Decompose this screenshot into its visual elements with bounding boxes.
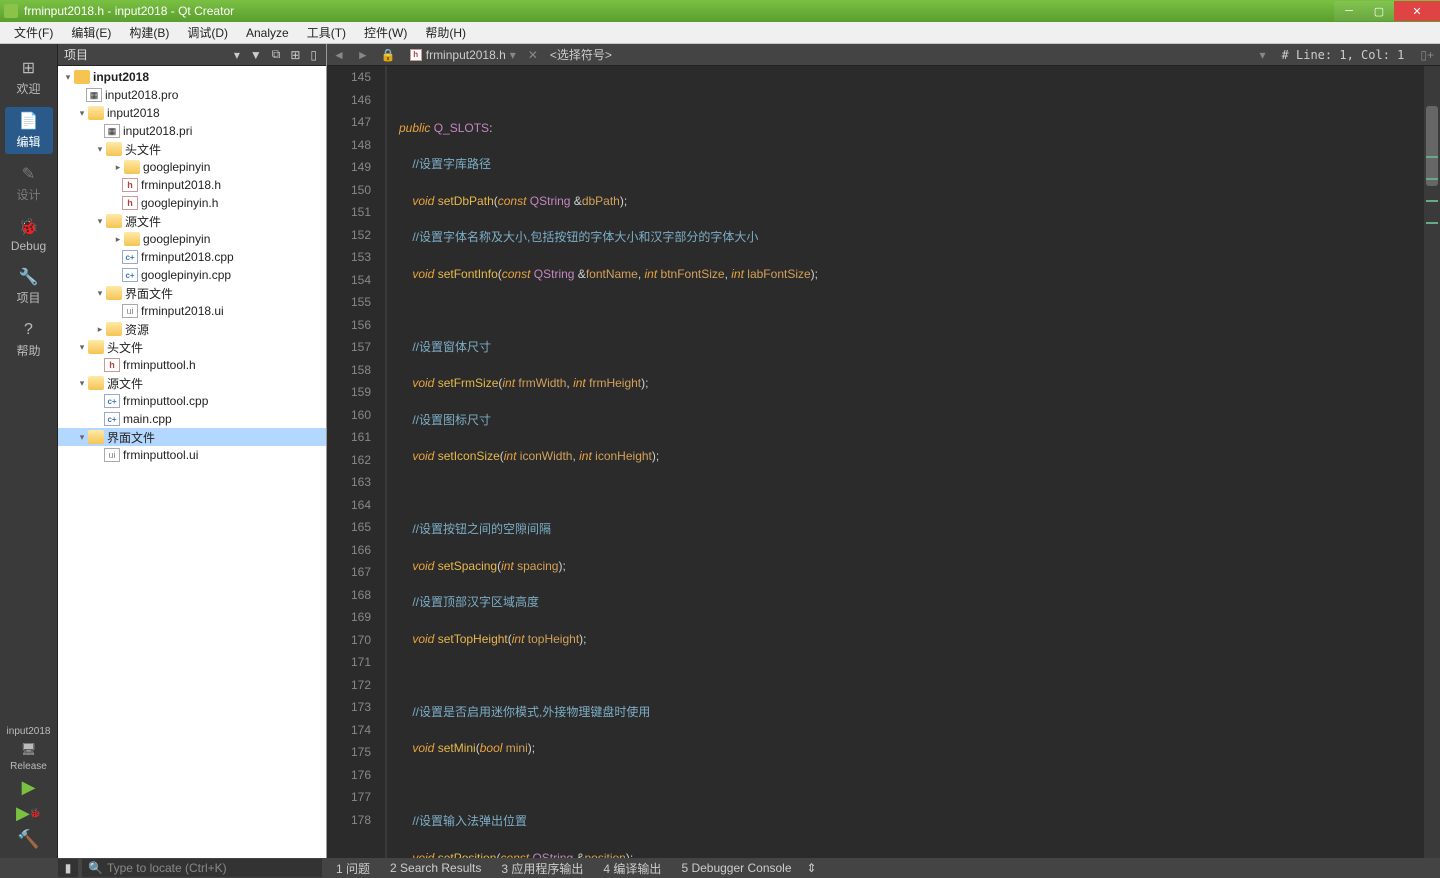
menu-bar: 文件(F) 编辑(E) 构建(B) 调试(D) Analyze 工具(T) 控件…	[0, 22, 1440, 44]
dropdown-icon[interactable]: ▾	[231, 48, 243, 62]
bug-icon: 🐞	[19, 217, 39, 237]
close-tab-icon[interactable]: ✕	[524, 48, 542, 62]
document-icon: 📄	[19, 111, 39, 131]
nav-back-icon[interactable]: ◄	[327, 48, 351, 62]
tree-item[interactable]: hfrminputtool.h	[58, 356, 326, 374]
h-file-icon: h	[410, 49, 422, 61]
menu-analyze[interactable]: Analyze	[238, 24, 297, 42]
output-pane-compile[interactable]: 4 编译输出	[593, 860, 671, 877]
file-tab-label: frminput2018.h	[426, 48, 506, 62]
menu-edit[interactable]: 编辑(E)	[63, 22, 119, 43]
output-pane-issues[interactable]: 1 问题	[326, 860, 380, 877]
tree-folder-resources[interactable]: ▸资源	[58, 320, 326, 338]
file-tab[interactable]: h frminput2018.h ▾	[402, 48, 524, 62]
project-pane-header: 项目 ▾ ▼ ⧉ ⊞ ▯	[58, 44, 326, 66]
nav-forward-icon[interactable]: ►	[351, 48, 375, 62]
tree-item[interactable]: ▦input2018.pri	[58, 122, 326, 140]
editor-area: ◄ ► 🔒 h frminput2018.h ▾ ✕ <选择符号> ▾ # Li…	[327, 44, 1440, 858]
close-button[interactable]: ✕	[1394, 1, 1440, 21]
line-col-indicator[interactable]: # Line: 1, Col: 1	[1272, 48, 1415, 62]
status-bar: ▮ 🔍 Type to locate (Ctrl+K) 1 问题 2 Searc…	[0, 858, 1440, 878]
tree-item[interactable]: hgooglepinyin.h	[58, 194, 326, 212]
link-icon[interactable]: ⧉	[269, 47, 284, 62]
mode-welcome[interactable]: ⊞欢迎	[5, 54, 53, 101]
tree-folder-forms[interactable]: ▾界面文件	[58, 284, 326, 302]
output-pane-debugger[interactable]: 5 Debugger Console	[671, 861, 801, 875]
config-label[interactable]: Release	[10, 761, 47, 772]
monitor-icon: 🖥	[17, 739, 41, 759]
toggle-sidebar-icon[interactable]: ▮	[58, 859, 78, 877]
grid-icon: ⊞	[19, 58, 39, 78]
line-gutter: 1451461471481491501511521531541551561571…	[327, 66, 387, 858]
mode-edit[interactable]: 📄编辑	[5, 107, 53, 154]
tree-item[interactable]: ▦input2018.pro	[58, 86, 326, 104]
run-button[interactable]: ▶	[14, 774, 44, 800]
project-tree[interactable]: ▾input2018 ▦input2018.pro ▾input2018 ▦in…	[58, 66, 326, 858]
question-icon: ?	[19, 320, 39, 340]
expand-icon[interactable]: ⇕	[802, 859, 822, 877]
project-pane: 项目 ▾ ▼ ⧉ ⊞ ▯ ▾input2018 ▦input2018.pro ▾…	[58, 44, 327, 858]
output-pane-appoutput[interactable]: 3 应用程序输出	[491, 860, 593, 877]
tree-folder-forms2[interactable]: ▾界面文件	[58, 428, 326, 446]
mode-help[interactable]: ?帮助	[5, 316, 53, 363]
mode-bar: ⊞欢迎 📄编辑 ✎设计 🐞Debug 🔧项目 ?帮助 input2018 🖥 R…	[0, 44, 58, 858]
project-pane-title: 项目	[64, 46, 227, 63]
tree-folder-sources2[interactable]: ▾源文件	[58, 374, 326, 392]
tree-item[interactable]: c+main.cpp	[58, 410, 326, 428]
minimize-button[interactable]: ─	[1334, 1, 1364, 21]
tree-item[interactable]: hfrminput2018.h	[58, 176, 326, 194]
mode-project[interactable]: 🔧项目	[5, 263, 53, 310]
menu-tools[interactable]: 工具(T)	[299, 22, 354, 43]
menu-debug[interactable]: 调试(D)	[179, 22, 236, 43]
tree-item[interactable]: c+googlepinyin.cpp	[58, 266, 326, 284]
menu-widgets[interactable]: 控件(W)	[356, 22, 415, 43]
editor-scrollbar[interactable]	[1424, 66, 1440, 858]
tree-item[interactable]: c+frminput2018.cpp	[58, 248, 326, 266]
menu-build[interactable]: 构建(B)	[121, 22, 177, 43]
tree-item[interactable]: uifrminput2018.ui	[58, 302, 326, 320]
code-editor[interactable]: 1451461471481491501511521531541551561571…	[327, 66, 1440, 858]
window-titlebar: frminput2018.h - input2018 - Qt Creator …	[0, 0, 1440, 22]
tree-folder[interactable]: ▸googlepinyin	[58, 158, 326, 176]
split-icon[interactable]: ▯	[307, 48, 320, 62]
wrench-icon: 🔧	[19, 267, 39, 287]
split-icon[interactable]: ▯+	[1414, 48, 1440, 62]
dropdown-icon[interactable]: ▾	[1254, 48, 1272, 62]
mode-debug[interactable]: 🐞Debug	[5, 213, 53, 257]
editor-toolbar: ◄ ► 🔒 h frminput2018.h ▾ ✕ <选择符号> ▾ # Li…	[327, 44, 1440, 66]
locator-input[interactable]: 🔍 Type to locate (Ctrl+K)	[82, 859, 322, 877]
tree-folder[interactable]: ▾input2018	[58, 104, 326, 122]
lock-icon[interactable]: 🔒	[375, 48, 402, 62]
pencil-icon: ✎	[19, 164, 39, 184]
output-pane-search[interactable]: 2 Search Results	[380, 861, 491, 875]
debug-run-button[interactable]: ▶🐞	[14, 800, 44, 826]
filter-icon[interactable]: ▼	[247, 48, 265, 62]
tree-folder-headers2[interactable]: ▾头文件	[58, 338, 326, 356]
maximize-button[interactable]: ▢	[1364, 1, 1394, 21]
tree-item[interactable]: uifrminputtool.ui	[58, 446, 326, 464]
tree-root[interactable]: ▾input2018	[58, 68, 326, 86]
app-icon	[4, 4, 18, 18]
menu-help[interactable]: 帮助(H)	[417, 22, 474, 43]
tree-folder-sources[interactable]: ▾源文件	[58, 212, 326, 230]
target-label[interactable]: input2018	[7, 726, 51, 737]
tree-folder[interactable]: ▸googlepinyin	[58, 230, 326, 248]
build-button[interactable]: 🔨	[14, 826, 44, 852]
tree-folder-headers[interactable]: ▾头文件	[58, 140, 326, 158]
menu-file[interactable]: 文件(F)	[6, 22, 61, 43]
add-icon[interactable]: ⊞	[287, 48, 303, 62]
symbol-selector[interactable]: <选择符号>	[542, 46, 1254, 63]
window-title: frminput2018.h - input2018 - Qt Creator	[24, 4, 1334, 18]
mode-design[interactable]: ✎设计	[5, 160, 53, 207]
code-text[interactable]: public Q_SLOTS: //设置字库路径 void setDbPath(…	[387, 66, 1424, 858]
tree-item[interactable]: c+frminputtool.cpp	[58, 392, 326, 410]
